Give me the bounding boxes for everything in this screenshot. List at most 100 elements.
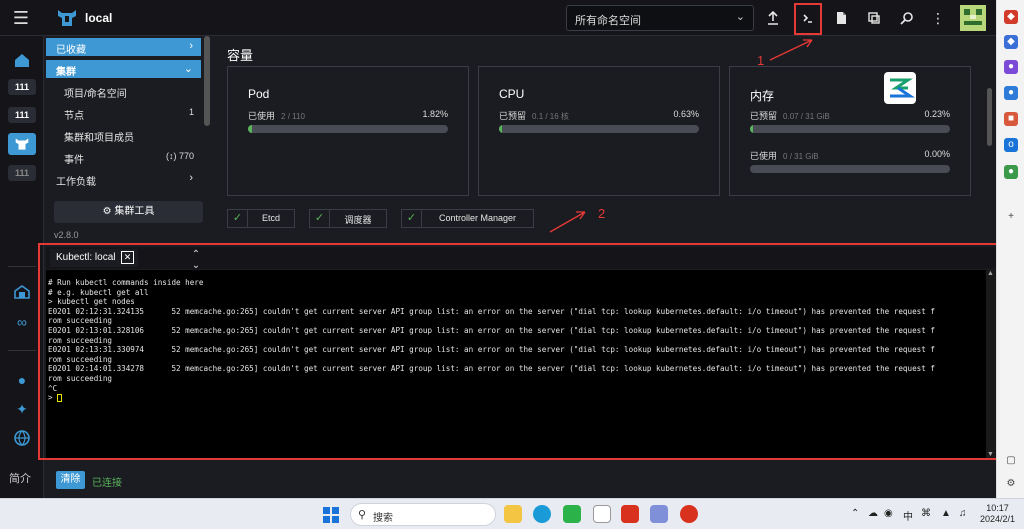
memory-used-pct: 0.00% xyxy=(924,149,950,159)
cpu-card: CPU 已预留 0.1 / 16 核 0.63% xyxy=(478,66,720,196)
annotation-highlight-box xyxy=(794,3,822,35)
pod-used-label: 已使用 2 / 110 xyxy=(248,111,305,121)
overlay-app-logo-icon xyxy=(884,72,916,104)
nav-item-label: 事件 xyxy=(64,155,84,166)
about-link[interactable]: 简介 xyxy=(9,470,31,486)
cluster-chip[interactable]: 111 xyxy=(8,107,36,123)
nav-item-events[interactable]: 事件 (↕) 770 xyxy=(46,147,201,167)
nav-scrollbar[interactable] xyxy=(204,36,210,126)
divider xyxy=(8,350,36,351)
annotation-label: 2 xyxy=(598,206,606,221)
nav-favorites[interactable]: 已收藏 › xyxy=(46,38,201,56)
nav-item-label: 节点 xyxy=(64,111,84,122)
top-bar: ☰ local 所有命名空间 ⌄ ⋮ xyxy=(0,0,996,36)
annotation-label: 1 xyxy=(757,53,765,68)
outlook-icon[interactable]: o xyxy=(1004,138,1018,152)
nav-item-projects[interactable]: 项目/命名空间 xyxy=(46,81,201,101)
memory-reserved-sub: 0.07 / 31 GiB xyxy=(783,112,830,121)
file-explorer-icon[interactable] xyxy=(504,505,522,523)
user-icon[interactable]: ● xyxy=(13,371,31,389)
nav-cluster[interactable]: 集群 ⌄ xyxy=(46,60,201,78)
cluster-tools-button[interactable]: ⚙ 集群工具 xyxy=(54,201,203,223)
tray-chevron-icon[interactable]: ⌃ xyxy=(851,508,859,519)
app-icon[interactable] xyxy=(593,505,611,523)
component-label: Etcd xyxy=(261,213,280,223)
volume-icon[interactable]: ♫ xyxy=(959,508,967,519)
component-status-controller-manager: ✓ Controller Manager xyxy=(401,209,534,228)
apps-icon[interactable] xyxy=(13,283,31,301)
input-language[interactable]: 中 xyxy=(903,508,913,523)
main-scrollbar[interactable] xyxy=(987,88,992,146)
nav-item-members[interactable]: 集群和项目成员 xyxy=(46,125,201,145)
nav-item-nodes[interactable]: 节点 1 xyxy=(46,103,201,123)
memory-reserved-pct: 0.23% xyxy=(924,109,950,119)
cpu-title: CPU xyxy=(499,87,525,101)
check-icon: ✓ xyxy=(228,210,248,227)
more-vertical-icon[interactable]: ⋮ xyxy=(926,6,950,30)
clock[interactable]: 10:17 2024/2/1 xyxy=(980,503,1015,525)
clock-time: 10:17 xyxy=(986,503,1009,513)
pod-title: Pod xyxy=(248,87,270,101)
menu-icon[interactable]: ☰ xyxy=(8,6,34,30)
cloud-icon[interactable]: ☁ xyxy=(868,508,878,519)
taskbar-search-label: 搜索 xyxy=(373,513,393,524)
wps-icon[interactable] xyxy=(621,505,639,523)
taskbar-search[interactable]: ⚲ 搜索 xyxy=(350,503,496,526)
nav-favorites-label: 已收藏 xyxy=(56,45,86,56)
cluster-logo-icon xyxy=(58,10,76,26)
edge-tool-icon[interactable]: ● xyxy=(1004,60,1018,74)
avatar[interactable] xyxy=(960,5,986,31)
cpu-reserved-pct: 0.63% xyxy=(673,109,699,119)
upload-icon[interactable] xyxy=(761,6,785,30)
globe-icon[interactable] xyxy=(13,429,31,447)
cluster-chip[interactable]: 111 xyxy=(8,79,36,95)
nav-workload[interactable]: 工作负载 › xyxy=(46,169,201,189)
edge-tool-icon[interactable]: ◆ xyxy=(1004,35,1018,49)
cluster-chip[interactable]: 111 xyxy=(8,165,36,181)
cpu-reserved-sub: 0.1 / 16 核 xyxy=(532,112,569,121)
terminal-footer: 清除 已连接 xyxy=(44,462,996,498)
clear-button[interactable]: 清除 xyxy=(56,471,85,489)
edge-browser-icon[interactable] xyxy=(533,505,551,523)
network-icon[interactable]: ∞ xyxy=(13,313,31,331)
wifi-icon[interactable]: ▲ xyxy=(941,508,951,519)
gear-icon[interactable]: ⚙ xyxy=(1004,477,1018,491)
pod-used-sub: 2 / 110 xyxy=(281,112,305,121)
cluster-name: local xyxy=(85,11,113,25)
add-icon[interactable]: + xyxy=(1004,210,1018,224)
cluster-tools-label: 集群工具 xyxy=(114,206,155,217)
memory-card: 内存 已预留 0.07 / 31 GiB 0.23% 已使用 0 / 31 GiB … xyxy=(729,66,971,196)
search-icon[interactable] xyxy=(895,6,919,30)
wechat-icon[interactable] xyxy=(563,505,581,523)
home-icon[interactable] xyxy=(13,51,31,69)
extensions-icon[interactable]: ✦ xyxy=(13,400,31,418)
edge-tool-icon[interactable]: ◆ xyxy=(1004,10,1018,24)
edge-tool-icon[interactable]: ■ xyxy=(1004,112,1018,126)
search-icon: ⚲ xyxy=(358,509,367,521)
copy-icon[interactable] xyxy=(862,6,886,30)
app-icon[interactable] xyxy=(680,505,698,523)
nav-item-label: 集群和项目成员 xyxy=(64,133,134,144)
nav-item-label: 项目/命名空间 xyxy=(64,89,127,100)
version-label: v2.8.0 xyxy=(54,230,79,240)
tray-icon[interactable]: ◉ xyxy=(884,508,893,519)
memory-used-label: 已使用 0 / 31 GiB xyxy=(750,151,819,161)
memory-used-bar xyxy=(750,165,950,173)
component-status-scheduler: ✓ 调度器 xyxy=(309,209,387,228)
events-icon: (↕) xyxy=(165,151,177,161)
nav-workload-label: 工作负载 xyxy=(56,177,96,188)
layout-icon[interactable]: ▢ xyxy=(1004,454,1018,468)
namespace-select[interactable]: 所有命名空间 ⌄ xyxy=(566,5,754,31)
gear-icon: ⚙ xyxy=(102,206,112,217)
cluster-chip-active[interactable] xyxy=(8,133,36,155)
file-icon[interactable] xyxy=(829,6,853,30)
edge-tool-icon[interactable]: ● xyxy=(1004,165,1018,179)
start-icon[interactable] xyxy=(323,507,339,523)
check-icon: ✓ xyxy=(402,210,422,227)
edge-tool-icon[interactable]: ● xyxy=(1004,86,1018,100)
tray-icon[interactable]: ⌘ xyxy=(921,508,931,519)
nav-cluster-label: 集群 xyxy=(56,67,76,78)
pod-progress-fill xyxy=(248,125,252,133)
chevron-down-icon: ⌄ xyxy=(183,63,193,75)
app-icon[interactable] xyxy=(650,505,668,523)
